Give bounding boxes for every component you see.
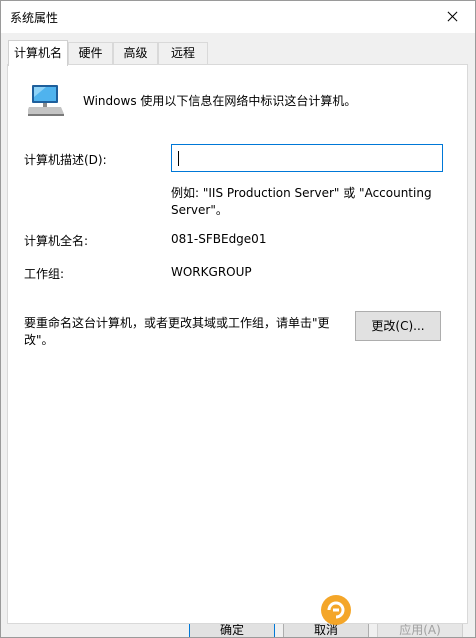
tab-remote-label: 远程 (170, 46, 195, 60)
tab-computer-name[interactable]: 计算机名 (8, 40, 68, 66)
intro-text: Windows 使用以下信息在网络中标识这台计算机。 (83, 94, 357, 108)
watermark-text: 创新互联 (358, 598, 423, 616)
computer-description-input[interactable] (171, 144, 443, 172)
tab-remote[interactable]: 远程 (158, 42, 208, 64)
rename-instruction-line2: 改"。 (24, 333, 54, 347)
workgroup-label: 工作组: (24, 267, 65, 281)
ok-button-label: 确定 (219, 623, 244, 637)
window-title: 系统属性 (10, 11, 59, 25)
logo-icon (321, 595, 351, 625)
system-properties-window: 系统属性 计算机名 硬件 高级 远程 Windows 使用以下信息在网络中标识这… (0, 0, 476, 638)
rename-instruction-line1: 要重命名这台计算机，或者更改其域或工作组，请单击"更 (24, 316, 330, 330)
change-button-label: 更改(C)... (371, 319, 425, 333)
title-bar: 系统属性 (1, 1, 475, 33)
full-name-label: 计算机全名: (24, 234, 89, 248)
tab-panel-computer-name: Windows 使用以下信息在网络中标识这台计算机。 计算机描述(D): 例如:… (7, 64, 468, 624)
example-text-line2: Server"。 (171, 203, 228, 217)
watermark-subtext: CHUANG XIN HU LIAN (358, 615, 424, 622)
tab-advanced[interactable]: 高级 (113, 42, 158, 64)
full-name-value: 081-SFBEdge01 (171, 232, 267, 246)
tab-hardware[interactable]: 硬件 (68, 42, 113, 64)
tab-advanced-label: 高级 (123, 46, 148, 60)
tab-computer-name-label: 计算机名 (13, 46, 62, 60)
workgroup-value: WORKGROUP (171, 265, 252, 279)
computer-icon (28, 85, 64, 116)
tab-hardware-label: 硬件 (78, 46, 103, 60)
close-button[interactable] (429, 1, 475, 33)
text-caret (178, 151, 179, 166)
description-label: 计算机描述(D): (24, 153, 107, 167)
example-text-line1: 例如: "IIS Production Server" 或 "Accountin… (171, 186, 432, 200)
watermark-logo: 创新互联 CHUANG XIN HU LIAN (318, 592, 468, 628)
change-button[interactable]: 更改(C)... (355, 311, 441, 341)
